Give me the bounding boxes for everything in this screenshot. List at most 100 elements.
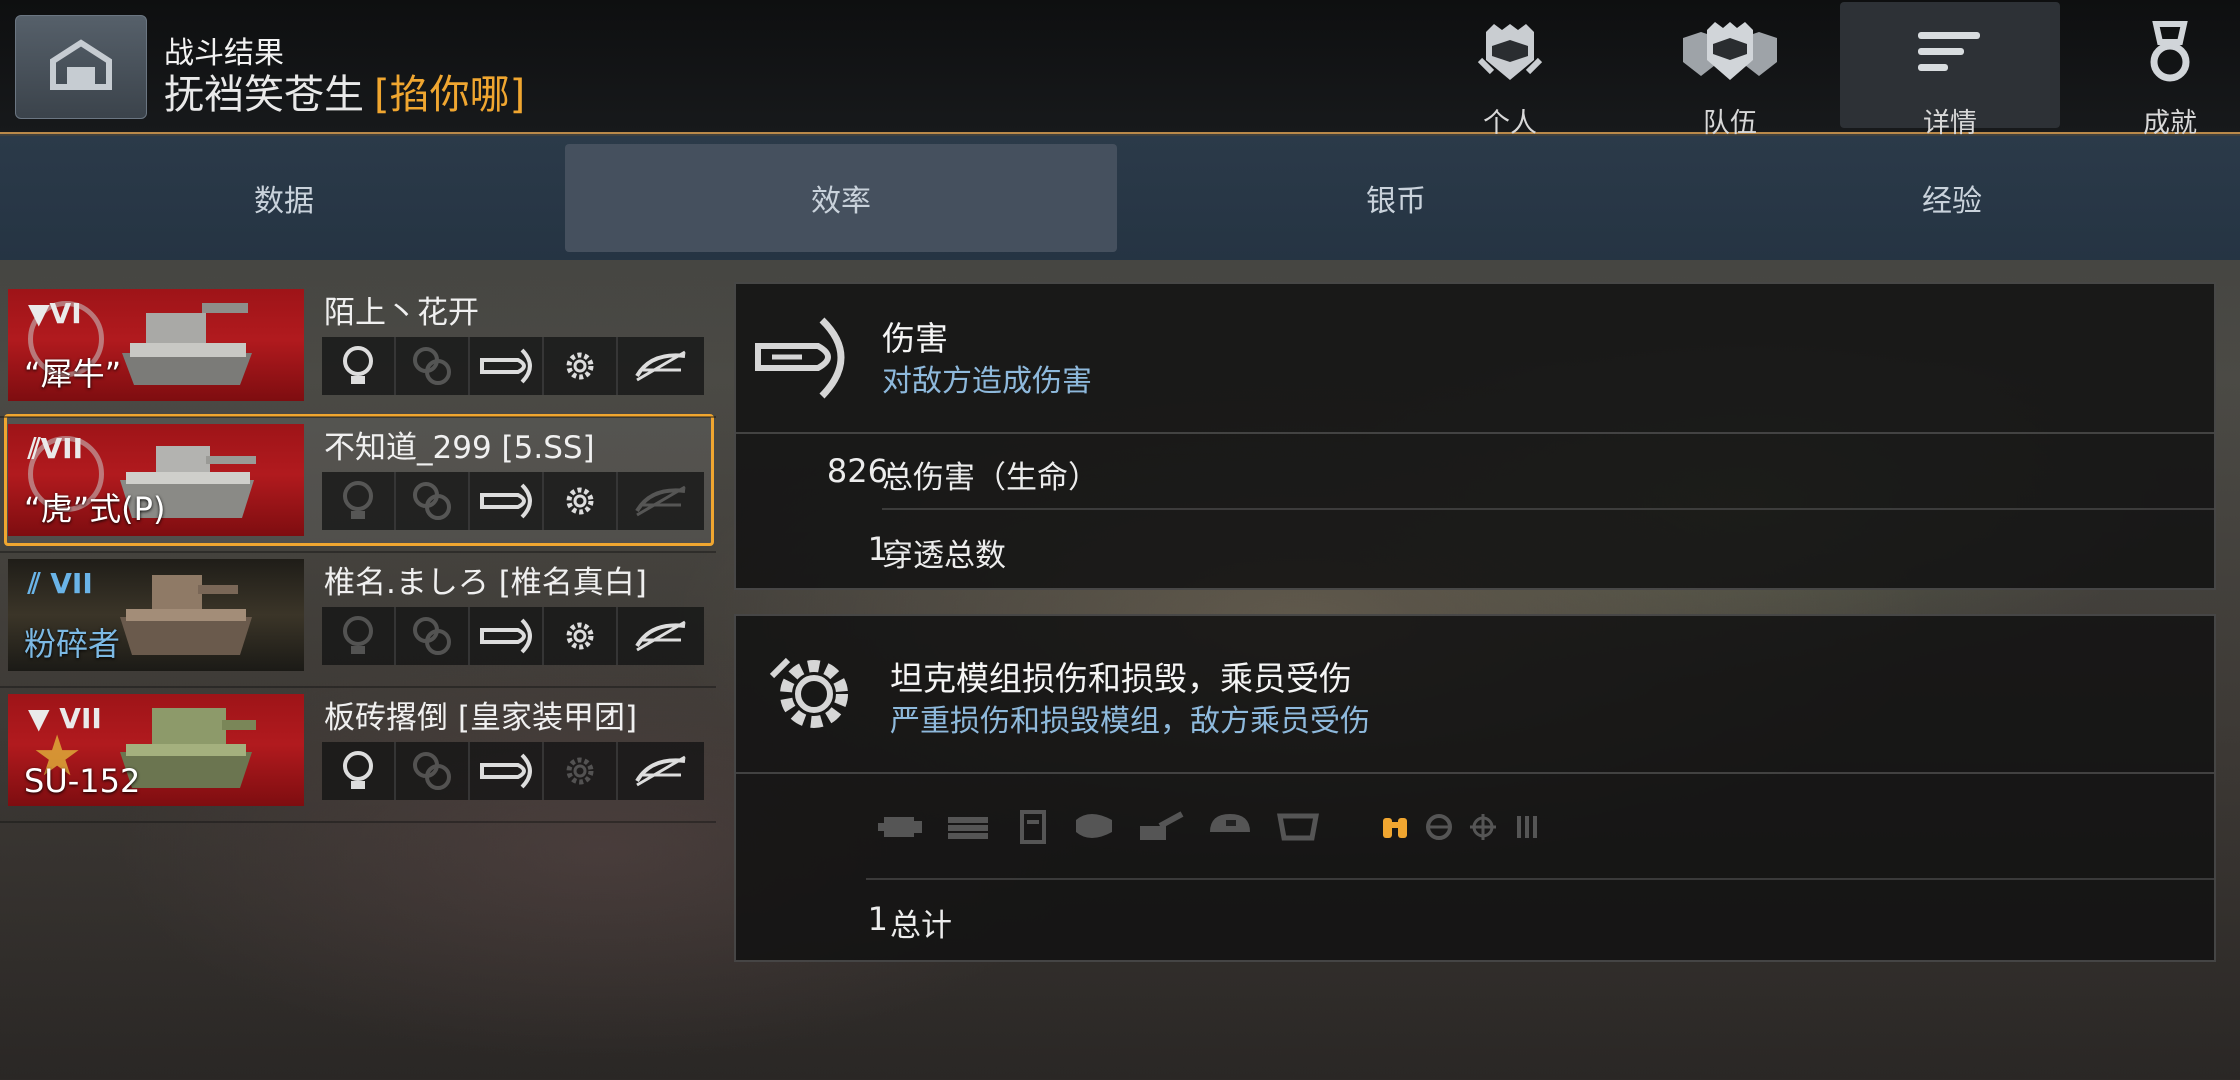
spotting-bulb-icon	[322, 742, 396, 800]
damage-description: 对敌方造成伤害	[882, 364, 1092, 399]
player-row[interactable]: ⫽ VII 粉碎者 椎名.ましろ [椎名真白]	[0, 553, 716, 688]
player-badge-strip	[322, 472, 704, 530]
driver-wheel-icon	[1424, 812, 1454, 846]
module-gear-icon	[544, 472, 618, 530]
stat-value: 1	[867, 900, 888, 938]
tank-name: 粉碎者	[24, 625, 121, 663]
stat-value: 1	[867, 530, 888, 568]
module-gear-icon	[544, 742, 618, 800]
module-damage-panel: 坦克模组损伤和损毁，乘员受伤 严重损伤和损毁模组，敌方乘员受伤 1 总计	[734, 614, 2216, 962]
crew-icons	[1380, 812, 1542, 846]
player-name: 不知道_299 [5.SS]	[324, 430, 595, 466]
stat-value: 826	[826, 452, 888, 490]
tank-silhouette-icon	[122, 303, 252, 385]
helmet-icon	[1470, 16, 1550, 95]
tank-name: “虎”式(P)	[24, 490, 166, 528]
tab-silver[interactable]: 银币	[1120, 144, 1672, 252]
clan-tag: [掐你哪]	[374, 72, 526, 118]
nav-team-label: 队伍	[1703, 108, 1757, 139]
spotting-bulb-icon	[322, 337, 396, 395]
player-badge-strip	[322, 742, 704, 800]
player-title: 抚裆笑苍生 [掐你哪]	[164, 62, 525, 120]
assist-icon	[396, 472, 470, 530]
tab-experience[interactable]: 经验	[1676, 144, 2228, 252]
stat-row-total: 1 总计	[736, 880, 2214, 960]
spotting-bulb-icon	[322, 607, 396, 665]
player-list: ▼VI “犀牛” 陌上丶花开 ⫽VII “虎”式(P) 不知道_299 [5.S…	[0, 283, 716, 823]
player-name: 椎名.ましろ [椎名真白]	[324, 565, 647, 601]
assist-icon	[396, 607, 470, 665]
module-icon-row	[736, 774, 2214, 880]
player-badge-strip	[322, 337, 704, 395]
tab-bar: 数据 效率 银币 经验	[0, 136, 2240, 260]
home-button[interactable]	[15, 15, 147, 119]
shell-damage-icon	[470, 337, 544, 395]
tab-efficiency[interactable]: 效率	[565, 144, 1117, 252]
tank-name: “犀牛”	[24, 355, 122, 393]
module-gear-icon	[544, 607, 618, 665]
stat-label: 穿透总数	[882, 538, 1006, 574]
player-row[interactable]: ▼VI “犀牛” 陌上丶花开	[0, 283, 716, 418]
tank-card: ▼ VII ★ SU-152	[8, 694, 304, 806]
shell-damage-icon	[752, 312, 862, 406]
tier-label: ⫽VII	[28, 432, 84, 465]
nav-team[interactable]: 队伍	[1620, 2, 1840, 139]
nav-achievements[interactable]: 成就	[2060, 2, 2240, 139]
player-badge-strip	[322, 607, 704, 665]
details-lines-icon	[1910, 16, 1990, 95]
stat-label: 总计	[890, 908, 952, 944]
module-gear-icon	[544, 337, 618, 395]
hangar-icon	[49, 37, 113, 97]
nav-personal[interactable]: 个人	[1400, 2, 1620, 139]
tier-label: ▼VI	[28, 297, 82, 330]
spotting-bulb-icon	[322, 472, 396, 530]
top-nav: 个人 队伍 详情 成就	[1400, 0, 2240, 139]
stat-row-penetrations: 1 穿透总数	[736, 510, 2214, 588]
player-name: 陌上丶花开	[324, 295, 479, 331]
module-panel-header: 坦克模组损伤和损毁，乘员受伤 严重损伤和损毁模组，敌方乘员受伤	[736, 616, 2214, 774]
commander-binoculars-icon	[1380, 812, 1410, 846]
block-armor-icon	[618, 472, 704, 530]
shell-damage-icon	[470, 607, 544, 665]
team-helmets-icon	[1675, 16, 1785, 95]
track-icon	[944, 811, 992, 847]
nav-personal-label: 个人	[1483, 108, 1537, 139]
damage-title: 伤害	[882, 319, 948, 358]
radio-icon	[1274, 810, 1322, 848]
player-row-selected[interactable]: ⫽VII “虎”式(P) 不知道_299 [5.SS]	[0, 418, 716, 553]
fuel-tank-icon	[1012, 810, 1052, 848]
player-row[interactable]: ▼ VII ★ SU-152 板砖撂倒 [皇家装甲团]	[0, 688, 716, 823]
loader-shells-icon	[1512, 812, 1542, 846]
nav-details[interactable]: 详情	[1840, 2, 2060, 139]
block-armor-icon	[618, 337, 704, 395]
block-armor-icon	[618, 742, 704, 800]
module-icons	[876, 810, 1322, 848]
tank-name: SU-152	[24, 762, 141, 800]
block-armor-icon	[618, 607, 704, 665]
stat-row-total-damage: 826 总伤害（生命）	[736, 434, 2214, 510]
damage-panel: 伤害 对敌方造成伤害 826 总伤害（生命） 1 穿透总数	[734, 282, 2216, 590]
tank-silhouette-icon	[120, 575, 252, 655]
nav-details-label: 详情	[1923, 108, 1977, 139]
assist-icon	[396, 742, 470, 800]
tab-data[interactable]: 数据	[8, 144, 560, 252]
stat-label: 总伤害（生命）	[882, 460, 1099, 496]
engine-icon	[876, 811, 924, 847]
shell-damage-icon	[470, 742, 544, 800]
tier-label: ⫽ VII	[28, 567, 93, 600]
module-title: 坦克模组损伤和损毁，乘员受伤	[890, 659, 1352, 698]
module-description: 严重损伤和损毁模组，敌方乘员受伤	[890, 704, 1370, 739]
gun-icon	[1136, 810, 1186, 848]
module-gear-icon	[766, 646, 862, 746]
nav-achievements-label: 成就	[2143, 108, 2197, 139]
tank-card: ⫽ VII 粉碎者	[8, 559, 304, 671]
header-bar: 战斗结果 抚裆笑苍生 [掐你哪] 个人 队伍 详情 成就	[0, 0, 2240, 139]
gunner-sight-icon	[1468, 812, 1498, 846]
ammo-rack-icon	[1072, 810, 1116, 848]
medal-icon	[2130, 16, 2210, 95]
turret-icon	[1206, 810, 1254, 848]
assist-icon	[396, 337, 470, 395]
shell-damage-icon	[470, 472, 544, 530]
player-name: 板砖撂倒 [皇家装甲团]	[324, 700, 638, 736]
tank-card: ▼VI “犀牛”	[8, 289, 304, 401]
